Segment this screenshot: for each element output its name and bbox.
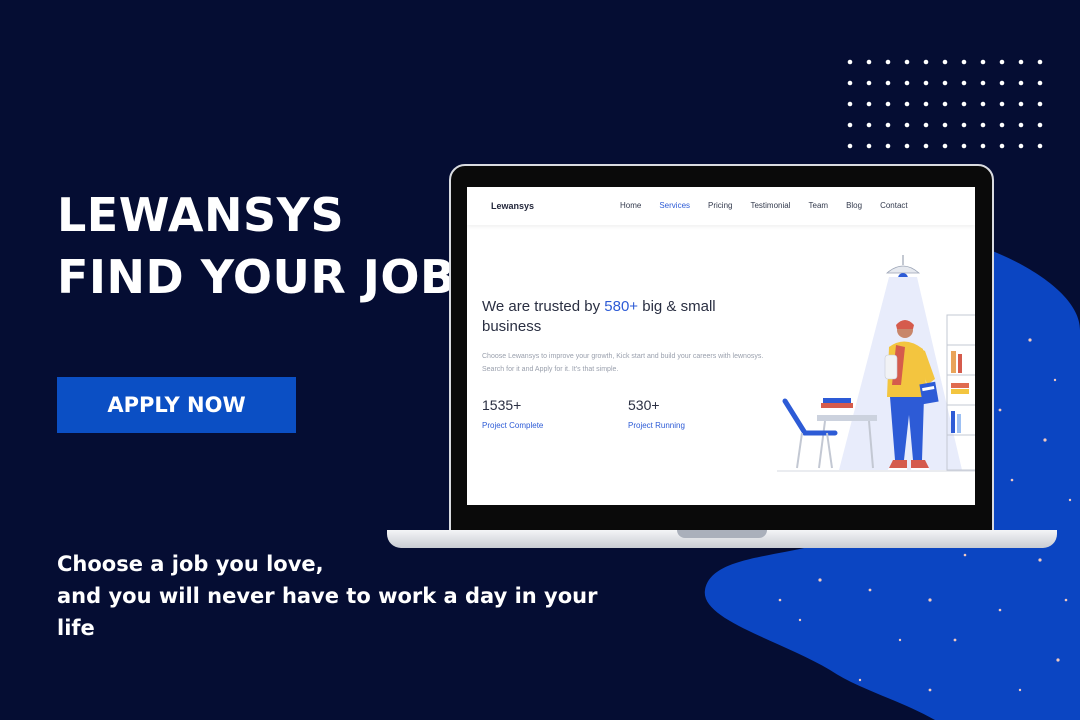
stat-project-running: 530+ Project Running bbox=[628, 397, 685, 430]
site-brand[interactable]: Lewansys bbox=[491, 201, 534, 211]
site-heading: We are trusted by 580+ big & small busin… bbox=[482, 297, 772, 337]
grid-dot bbox=[923, 122, 929, 128]
grid-dot bbox=[847, 59, 853, 65]
headline: LEWANSYS FIND YOUR JOB bbox=[57, 184, 456, 308]
grid-dot bbox=[980, 101, 986, 107]
grid-dot bbox=[847, 122, 853, 128]
grid-dot bbox=[980, 122, 986, 128]
grid-dot bbox=[904, 59, 910, 65]
grid-dot bbox=[885, 80, 891, 86]
grid-dot bbox=[942, 122, 948, 128]
grid-dot bbox=[942, 143, 948, 149]
grid-dot bbox=[1037, 101, 1043, 107]
site-paragraph: Choose Lewansys to improve your growth, … bbox=[482, 353, 764, 373]
nav-contact[interactable]: Contact bbox=[880, 201, 908, 210]
grid-dot bbox=[885, 143, 891, 149]
nav-testimonial[interactable]: Testimonial bbox=[750, 201, 790, 210]
grid-dot bbox=[961, 143, 967, 149]
grid-dot bbox=[942, 59, 948, 65]
banner: LEWANSYS FIND YOUR JOB APPLY NOW Choose … bbox=[0, 0, 1080, 720]
grid-dot bbox=[999, 101, 1005, 107]
nav-blog[interactable]: Blog bbox=[846, 201, 862, 210]
site-navbar: Lewansys Home Services Pricing Testimoni… bbox=[467, 187, 975, 225]
grid-dot bbox=[904, 80, 910, 86]
grid-dot bbox=[999, 122, 1005, 128]
site-menu: Home Services Pricing Testimonial Team B… bbox=[620, 201, 926, 210]
grid-dot bbox=[866, 59, 872, 65]
apply-now-button[interactable]: APPLY NOW bbox=[57, 377, 296, 433]
grid-dot bbox=[999, 143, 1005, 149]
grid-dot bbox=[961, 101, 967, 107]
grid-dot bbox=[942, 80, 948, 86]
grid-dot bbox=[980, 59, 986, 65]
stat-label: Project Complete bbox=[482, 421, 544, 430]
grid-dot bbox=[1037, 80, 1043, 86]
nav-team[interactable]: Team bbox=[809, 201, 829, 210]
headline-line-1: LEWANSYS bbox=[57, 188, 345, 242]
grid-dot bbox=[904, 143, 910, 149]
grid-dot bbox=[980, 80, 986, 86]
grid-dot bbox=[999, 80, 1005, 86]
stat-value: 1535+ bbox=[482, 397, 522, 413]
grid-dot bbox=[1037, 122, 1043, 128]
grid-dot bbox=[866, 101, 872, 107]
grid-dot bbox=[866, 122, 872, 128]
grid-dot bbox=[847, 80, 853, 86]
nav-services[interactable]: Services bbox=[659, 201, 690, 210]
grid-dot bbox=[885, 59, 891, 65]
grid-dot bbox=[885, 122, 891, 128]
grid-dot bbox=[1018, 122, 1024, 128]
headline-line-2: FIND YOUR JOB bbox=[57, 250, 456, 304]
laptop-notch bbox=[677, 530, 767, 538]
grid-dot bbox=[923, 101, 929, 107]
grid-dot bbox=[885, 101, 891, 107]
grid-dot bbox=[904, 101, 910, 107]
heading-accent: 580+ bbox=[604, 298, 639, 315]
grid-dot bbox=[1018, 59, 1024, 65]
grid-dot bbox=[847, 143, 853, 149]
grid-dot bbox=[904, 122, 910, 128]
person-with-books-illustration bbox=[777, 255, 975, 472]
nav-pricing[interactable]: Pricing bbox=[708, 201, 732, 210]
grid-dot bbox=[980, 143, 986, 149]
grid-dot bbox=[1018, 101, 1024, 107]
nav-home[interactable]: Home bbox=[620, 201, 641, 210]
grid-dot bbox=[999, 59, 1005, 65]
grid-dot bbox=[1037, 143, 1043, 149]
website-screen: Lewansys Home Services Pricing Testimoni… bbox=[467, 187, 975, 505]
grid-dot bbox=[961, 122, 967, 128]
grid-dot bbox=[961, 59, 967, 65]
grid-dot bbox=[1018, 80, 1024, 86]
grid-dot bbox=[923, 143, 929, 149]
grid-dot bbox=[847, 101, 853, 107]
tagline-quote: Choose a job you love, and you will neve… bbox=[57, 548, 617, 644]
grid-dot bbox=[923, 80, 929, 86]
grid-dot bbox=[942, 101, 948, 107]
stat-project-complete: 1535+ Project Complete bbox=[482, 397, 543, 430]
grid-dot bbox=[961, 80, 967, 86]
grid-dot bbox=[1037, 59, 1043, 65]
heading-prefix: We are trusted by bbox=[482, 298, 605, 315]
quote-line-2: and you will never have to work a day in… bbox=[57, 584, 598, 608]
stat-value: 530+ bbox=[628, 397, 660, 413]
grid-dot bbox=[923, 59, 929, 65]
grid-dot bbox=[866, 80, 872, 86]
quote-line-3: life bbox=[57, 616, 95, 640]
grid-dot bbox=[866, 143, 872, 149]
quote-line-1: Choose a job you love, bbox=[57, 552, 324, 576]
stat-label: Project Running bbox=[628, 421, 685, 430]
grid-dot bbox=[1018, 143, 1024, 149]
